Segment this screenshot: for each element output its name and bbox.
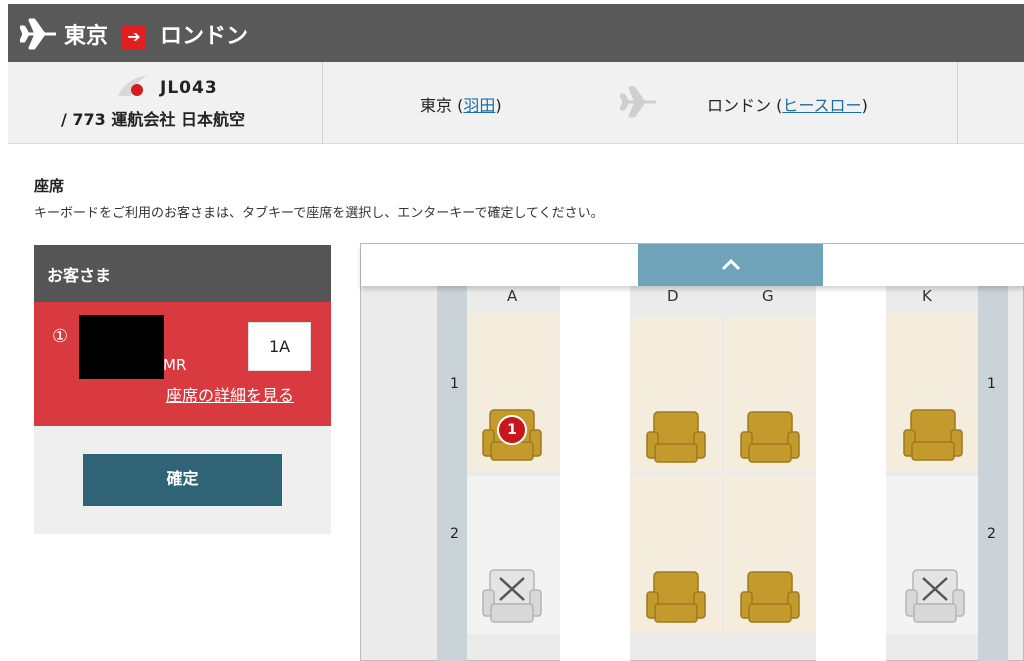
cabin-wall-right: [978, 286, 1008, 661]
aisle: [560, 286, 630, 661]
flight-number: JL043: [160, 78, 218, 98]
assigned-seat-box[interactable]: 1A: [248, 322, 311, 371]
route-origin: 東京: [64, 24, 109, 49]
unavailable-seat-icon: [482, 569, 542, 623]
flight-info-strip: [8, 62, 1024, 144]
destination-airport: ロンドン (ヒースロー): [707, 96, 868, 115]
route-header: 東京 ➔ ロンドン: [8, 4, 1024, 62]
destination-airport-link[interactable]: ヒースロー: [782, 96, 861, 115]
passenger-panel-header: お客さま: [34, 245, 331, 302]
passenger-title: MR: [163, 356, 187, 374]
aisle: [816, 286, 886, 661]
passenger-number: ①: [52, 326, 69, 347]
jal-logo-icon: [118, 76, 147, 96]
seat-icon: [646, 411, 706, 463]
column-label-k: K: [922, 287, 932, 305]
airplane-icon: [20, 18, 56, 50]
row-label-1-right: 1: [987, 376, 996, 392]
seat-section-description: キーボードをご利用のお客さまは、タブキーで座席を選択し、エンターキーで確定してく…: [34, 206, 604, 221]
seat-detail-link[interactable]: 座席の詳細を見る: [166, 382, 294, 406]
aircraft-operator: / 773 運航会社 日本航空: [61, 110, 245, 129]
seat-icon: [740, 571, 800, 623]
seat-icon: [646, 571, 706, 623]
scroll-up-button[interactable]: [638, 244, 823, 286]
column-label-d: D: [667, 287, 679, 305]
route-destination: ロンドン: [160, 24, 249, 49]
cabin-wall-left: [437, 286, 467, 661]
origin-airport: 東京 (羽田): [420, 96, 502, 115]
confirm-button[interactable]: 確定: [83, 454, 282, 506]
chevron-up-icon: [721, 258, 740, 271]
divider: [957, 62, 958, 144]
unavailable-seat-icon: [905, 569, 965, 623]
seat-icon: [740, 411, 800, 463]
seat-section-title: 座席: [34, 177, 65, 195]
route-arrow-icon: ➔: [122, 25, 146, 49]
column-label-a: A: [507, 287, 518, 305]
row-label-2: 2: [450, 526, 459, 542]
redacted-name: [79, 315, 164, 379]
row-label-1: 1: [450, 376, 459, 392]
column-label-g: G: [762, 287, 774, 305]
divider: [322, 62, 323, 144]
origin-airport-link[interactable]: 羽田: [463, 96, 495, 115]
seat-icon: [903, 409, 963, 461]
airplane-icon: [620, 86, 656, 118]
row-label-2-right: 2: [987, 526, 996, 542]
selected-seat-badge: 1: [497, 415, 527, 445]
